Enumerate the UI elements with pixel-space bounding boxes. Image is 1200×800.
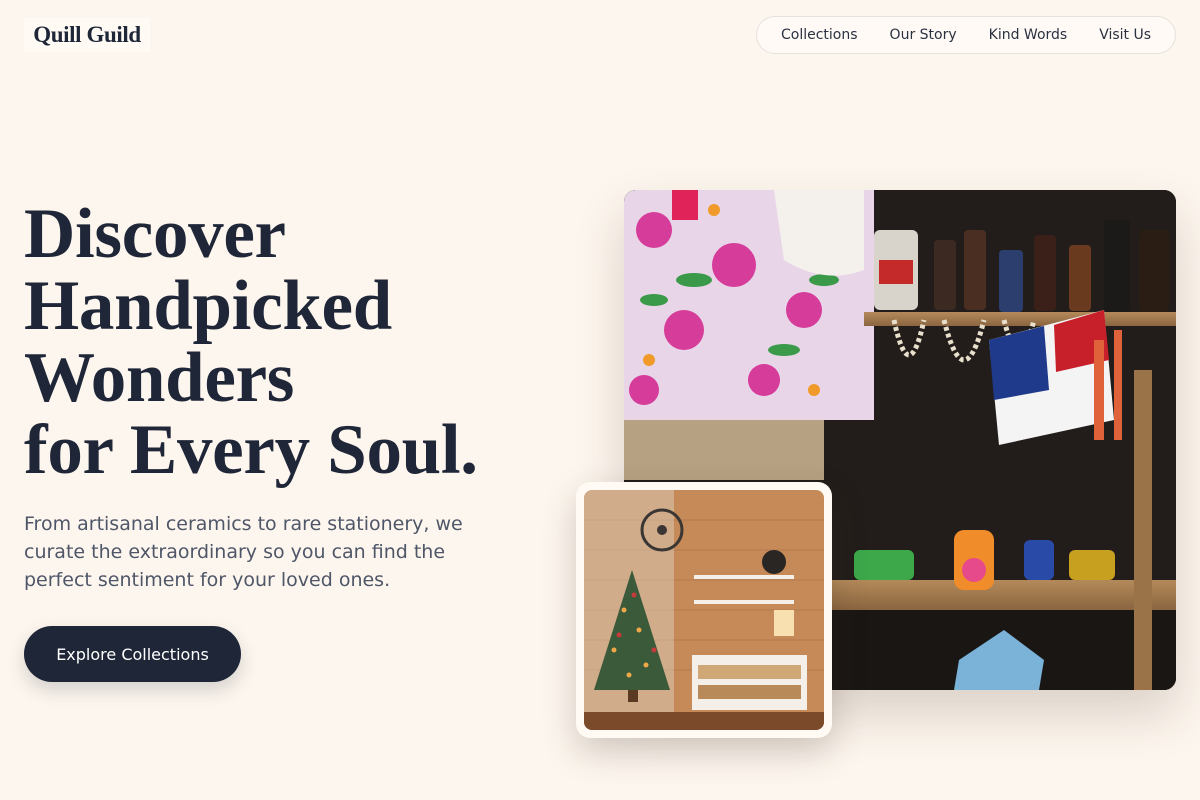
nav-link-collections[interactable]: Collections [765,27,874,43]
nav-link-visit-us[interactable]: Visit Us [1083,27,1167,43]
nav-link-our-story[interactable]: Our Story [874,27,973,43]
landing-page: Quill Guild Collections Our Story Kind W… [0,0,1200,800]
hero-headline: Discover Handpicked Wonders for Every So… [24,198,564,486]
main-nav: Collections Our Story Kind Words Visit U… [756,16,1176,54]
explore-collections-button[interactable]: Explore Collections [24,626,241,682]
headline-line: Wonders [24,339,295,417]
hero-subtext: From artisanal ceramics to rare statione… [24,513,463,591]
shop-interior-image [576,482,832,738]
headline-line: Handpicked [24,267,392,345]
brand-logo[interactable]: Quill Guild [24,18,150,52]
headline-line: for Every Soul. [24,411,478,489]
nav-link-kind-words[interactable]: Kind Words [973,27,1084,43]
headline-line: Discover [24,195,286,273]
